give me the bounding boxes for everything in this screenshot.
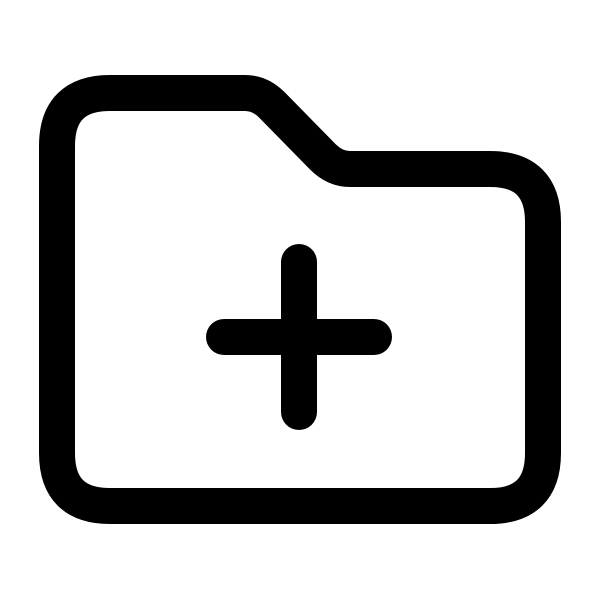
icon-canvas: [0, 0, 600, 600]
folder-add-icon: [0, 0, 600, 600]
folder-add-icon-svg: [39, 75, 561, 524]
